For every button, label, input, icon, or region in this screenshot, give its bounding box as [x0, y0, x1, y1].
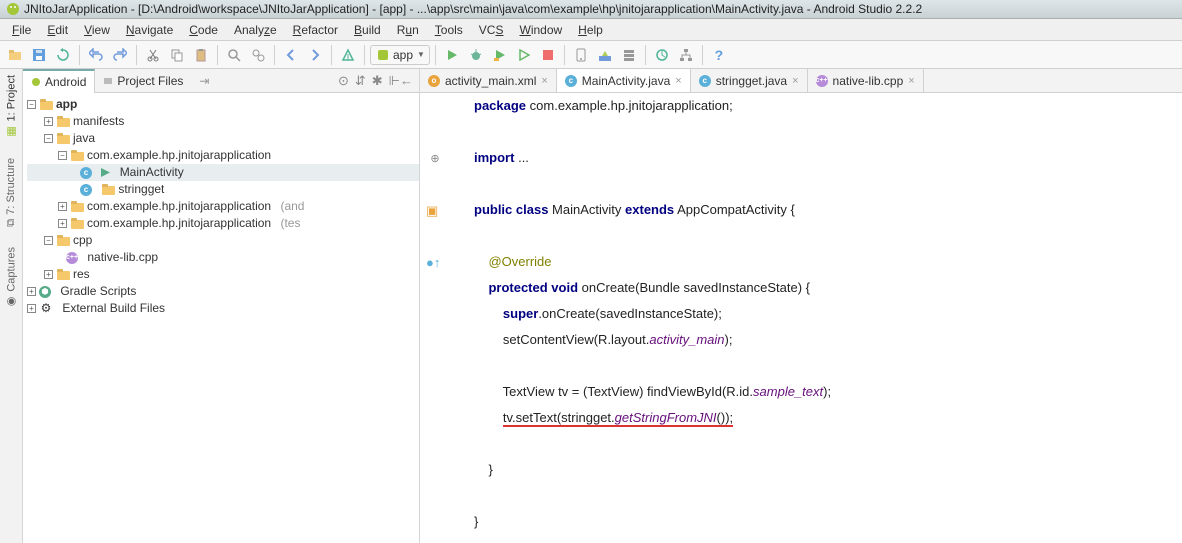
make-icon[interactable]	[337, 44, 359, 66]
expand-icon[interactable]: ⇵	[355, 73, 366, 89]
close-icon[interactable]: ×	[675, 75, 681, 87]
tool-window-structure[interactable]: ⧉7: Structure	[5, 158, 17, 227]
attach-icon[interactable]	[513, 44, 535, 66]
run-config-label: app	[393, 48, 413, 62]
open-icon[interactable]	[4, 44, 26, 66]
menu-tools[interactable]: Tools	[427, 19, 471, 40]
project-tree[interactable]: −app +manifests −java −com.example.hp.jn…	[23, 93, 419, 543]
project-panel: Android Project Files ⇥ ⊙ ⇵ ✱ ⊩← −app +m…	[23, 69, 420, 543]
find-icon[interactable]	[223, 44, 245, 66]
tab-stringget[interactable]: cstringget.java×	[691, 69, 808, 92]
main-area: ▦1: Project ⧉7: Structure ◉Captures Andr…	[0, 69, 1182, 543]
menu-navigate[interactable]: Navigate	[118, 19, 181, 40]
menu-build[interactable]: Build	[346, 19, 389, 40]
sync-icon[interactable]	[52, 44, 74, 66]
tree-cpp[interactable]: −cpp	[27, 232, 419, 249]
panel-tools: ⊙ ⇵ ✱ ⊩←	[338, 73, 419, 89]
hide-icon[interactable]: ⊩←	[389, 73, 413, 89]
gutter: ⊕ ▣ ●↑	[420, 93, 454, 543]
tool-bar: app ▼ ?	[0, 41, 1182, 69]
run-icon[interactable]	[441, 44, 463, 66]
tree-pkg1[interactable]: −com.example.hp.jnitojarapplication	[27, 147, 419, 164]
tab-android[interactable]: Android	[23, 69, 95, 93]
tree-pkg3[interactable]: +com.example.hp.jnitojarapplication (tes	[27, 215, 419, 232]
undo-icon[interactable]	[85, 44, 107, 66]
replace-icon[interactable]	[247, 44, 269, 66]
stop-icon[interactable]	[537, 44, 559, 66]
tree-main-activity[interactable]: c MainActivity	[27, 164, 419, 181]
tree-res[interactable]: +res	[27, 266, 419, 283]
window-title: JNItoJarApplication - [D:\Android\worksp…	[24, 0, 922, 19]
tree-manifests[interactable]: +manifests	[27, 113, 419, 130]
tab-native-lib[interactable]: c++native-lib.cpp×	[808, 69, 924, 92]
tab-scroll[interactable]: ⇥	[191, 69, 217, 93]
editor-area: oactivity_main.xml× cMainActivity.java× …	[420, 69, 1182, 543]
collapse-icon[interactable]: ⊙	[338, 73, 349, 89]
menu-bar: File Edit View Navigate Code Analyze Ref…	[0, 19, 1182, 41]
menu-view[interactable]: View	[76, 19, 118, 40]
avd-icon[interactable]	[570, 44, 592, 66]
left-gutter: ▦1: Project ⧉7: Structure ◉Captures	[0, 69, 23, 543]
menu-analyze[interactable]: Analyze	[226, 19, 285, 40]
tree-pkg2[interactable]: +com.example.hp.jnitojarapplication (and	[27, 198, 419, 215]
tree-gradle[interactable]: +⬢ Gradle Scripts	[27, 283, 419, 300]
structure-icon[interactable]	[675, 44, 697, 66]
close-icon[interactable]: ×	[792, 75, 798, 87]
tree-native-lib[interactable]: c++ native-lib.cpp	[27, 249, 419, 266]
cut-icon[interactable]	[142, 44, 164, 66]
settings-icon[interactable]: ✱	[372, 73, 383, 89]
title-bar: JNItoJarApplication - [D:\Android\worksp…	[0, 0, 1182, 19]
menu-vcs[interactable]: VCS	[471, 19, 512, 40]
sdk-icon[interactable]	[594, 44, 616, 66]
app-icon	[6, 2, 20, 16]
tab-activity-main[interactable]: oactivity_main.xml×	[420, 69, 557, 92]
menu-refactor[interactable]: Refactor	[285, 19, 346, 40]
close-icon[interactable]: ×	[908, 75, 914, 87]
help-icon[interactable]: ?	[708, 44, 730, 66]
close-icon[interactable]: ×	[541, 75, 547, 87]
tree-java[interactable]: −java	[27, 130, 419, 147]
forward-icon[interactable]	[304, 44, 326, 66]
tree-external[interactable]: +⚙ External Build Files	[27, 300, 419, 317]
code-editor[interactable]: ⊕ ▣ ●↑ package com.example.hp.jnitojarap…	[420, 93, 1182, 543]
menu-window[interactable]: Window	[511, 19, 570, 40]
paste-icon[interactable]	[190, 44, 212, 66]
menu-run[interactable]: Run	[389, 19, 427, 40]
debug-icon[interactable]	[465, 44, 487, 66]
tool-window-captures[interactable]: ◉Captures	[5, 247, 18, 309]
menu-help[interactable]: Help	[570, 19, 611, 40]
tab-project-files[interactable]: Project Files	[95, 69, 191, 93]
monitor-icon[interactable]	[618, 44, 640, 66]
tool-window-project[interactable]: ▦1: Project	[5, 75, 18, 138]
redo-icon[interactable]	[109, 44, 131, 66]
copy-icon[interactable]	[166, 44, 188, 66]
save-icon[interactable]	[28, 44, 50, 66]
editor-tabs: oactivity_main.xml× cMainActivity.java× …	[420, 69, 1182, 93]
panel-tabs: Android Project Files ⇥ ⊙ ⇵ ✱ ⊩←	[23, 69, 419, 93]
run2-icon[interactable]	[489, 44, 511, 66]
tab-main-activity[interactable]: cMainActivity.java×	[557, 69, 691, 92]
menu-code[interactable]: Code	[181, 19, 226, 40]
code-content[interactable]: package com.example.hp.jnitojarapplicati…	[454, 93, 831, 543]
menu-file[interactable]: File	[4, 19, 39, 40]
back-icon[interactable]	[280, 44, 302, 66]
run-config-combo[interactable]: app ▼	[370, 45, 430, 65]
tree-app[interactable]: −app	[27, 96, 419, 113]
menu-edit[interactable]: Edit	[39, 19, 76, 40]
tree-stringget[interactable]: c stringget	[27, 181, 419, 198]
gradle-sync-icon[interactable]	[651, 44, 673, 66]
